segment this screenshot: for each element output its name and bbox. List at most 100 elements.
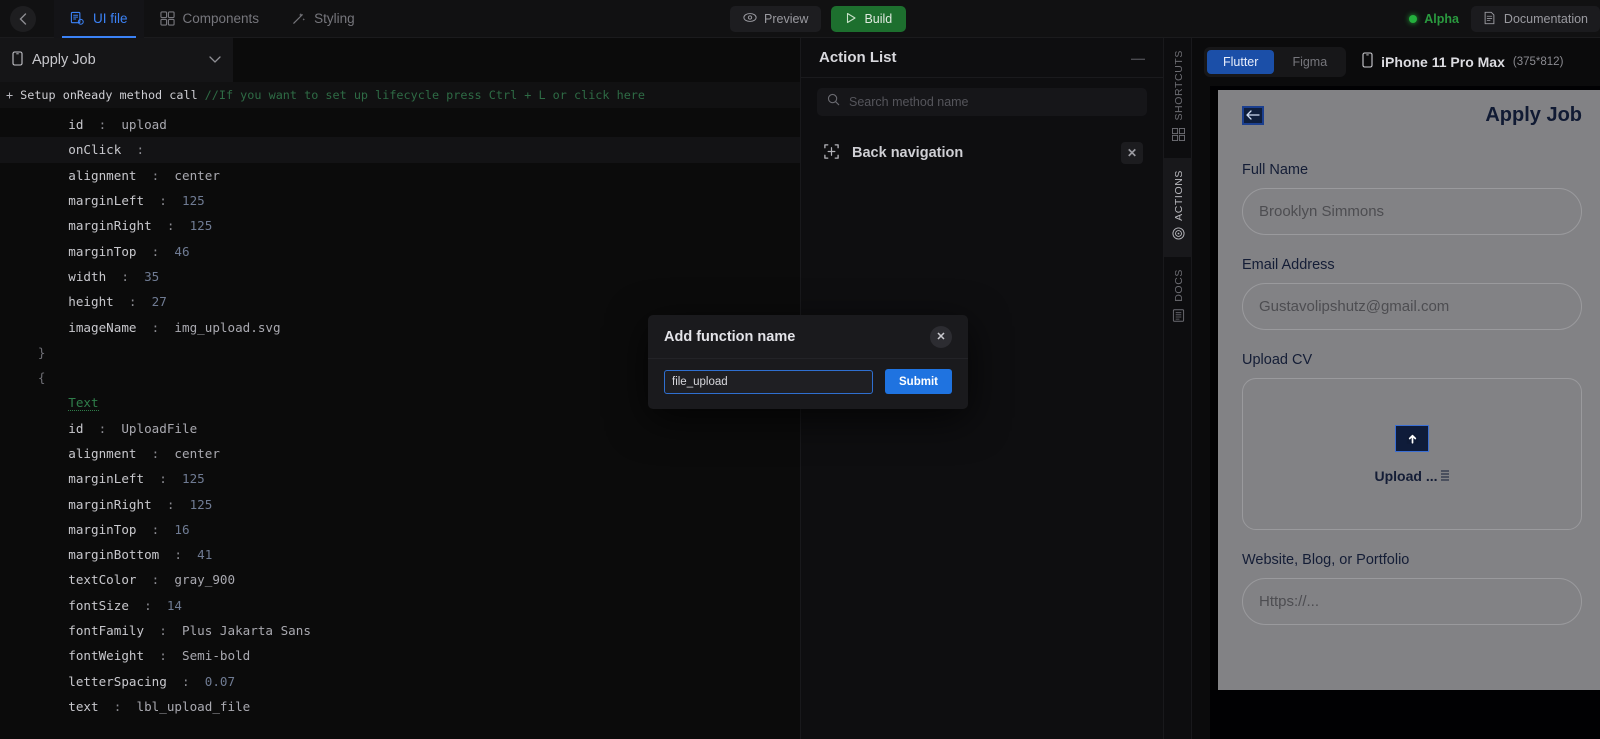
add-function-name-dialog: Add function name ✕ Submit [648,315,968,409]
tab-styling[interactable]: Styling [275,0,371,38]
upload-arrow-icon[interactable] [1395,424,1429,452]
rail-item-docs[interactable]: DOCS [1164,257,1193,339]
device-selector[interactable]: iPhone 11 Pro Max (375*812) [1362,51,1564,73]
onready-label: Setup onReady method call [20,88,198,102]
phone-top-bar: Apply Job [1242,90,1582,140]
doc-icon [1172,309,1185,327]
segment-flutter[interactable]: Flutter [1207,50,1275,74]
app-root: UI file Components Styling Preview Build… [0,0,1600,739]
code-line[interactable]: marginTop : 46 [0,238,800,263]
field-input-portfolio[interactable]: Https://... [1242,578,1582,625]
ui-file-icon [70,11,85,26]
framework-toggle: Flutter Figma [1204,47,1347,77]
code-line[interactable]: fontSize : 14 [0,593,800,618]
code-line[interactable]: textColor : gray_900 [0,567,800,592]
field-label-upload-cv: Upload CV [1242,352,1313,368]
device-name: iPhone 11 Pro Max [1381,54,1505,70]
doc-icon [1483,11,1496,28]
documentation-button[interactable]: Documentation [1470,6,1600,32]
action-list-title: Action List [819,49,897,66]
tab-components[interactable]: Components [144,0,276,38]
rail-item-shortcuts[interactable]: SHORTCUTS [1164,38,1193,158]
build-button[interactable]: Build [831,6,907,32]
file-selector-dropdown[interactable]: Apply Job [0,38,233,82]
eye-icon [743,12,757,26]
chevron-left-icon [19,12,27,25]
minimize-icon[interactable]: — [1131,50,1145,66]
code-line[interactable]: alignment : center [0,441,800,466]
center-actions: Preview Build [730,6,907,32]
tab-ui-file[interactable]: UI file [54,0,144,38]
segment-figma[interactable]: Figma [1276,50,1343,74]
code-line[interactable]: width : 35 [0,264,800,289]
dialog-title: Add function name [664,328,796,345]
field-input-full-name[interactable]: Brooklyn Simmons [1242,188,1582,235]
upload-text-label: Upload ... [1374,467,1438,484]
code-line[interactable]: id : upload [0,112,800,137]
code-line[interactable]: marginRight : 125 [0,491,800,516]
dialog-header: Add function name ✕ [648,315,968,359]
alpha-label: Alpha [1424,12,1459,26]
code-line[interactable]: letterSpacing : 0.07 [0,669,800,694]
code-line[interactable]: marginLeft : 125 [0,466,800,491]
tab-ui-file-label: UI file [93,11,128,26]
field-label-portfolio: Website, Blog, or Portfolio [1242,552,1410,568]
search-icon [827,93,840,111]
build-button-label: Build [864,12,893,26]
device-size: (375*812) [1512,56,1564,68]
preview-header: Flutter Figma iPhone 11 Pro Max (375*812… [1192,38,1600,86]
search-input[interactable] [849,95,1137,109]
search-field[interactable] [817,88,1147,116]
code-line[interactable]: marginLeft : 125 [0,188,800,213]
action-item-back-navigation[interactable]: Back navigation ✕ [815,136,1151,170]
field-input-email[interactable]: Gustavolipshutz@gmail.com [1242,283,1582,330]
right-actions: Alpha Documentation [1409,6,1600,32]
top-bar: UI file Components Styling Preview Build… [0,0,1600,38]
code-line[interactable]: marginTop : 16 [0,517,800,542]
code-line[interactable]: height : 27 [0,289,800,314]
magic-wand-icon [291,11,306,26]
grid-icon [1172,127,1185,146]
remove-action-button[interactable]: ✕ [1121,142,1143,164]
phone-icon [1362,51,1373,73]
code-line[interactable]: text : lbl_upload_file [0,694,800,719]
close-icon[interactable]: ✕ [930,325,952,348]
back-button[interactable] [10,5,36,32]
field-label-full-name: Full Name [1242,162,1309,178]
preview-pane: Flutter Figma iPhone 11 Pro Max (375*812… [1192,38,1600,739]
code-line[interactable]: marginBottom : 41 [0,542,800,567]
code-line[interactable]: alignment : center [0,163,800,188]
rail-docs-label: DOCS [1172,269,1185,303]
phone-screen: Apply Job Full Name Brooklyn Simmons Ema… [1218,90,1600,690]
target-icon [1172,227,1185,245]
field-label-email: Email Address [1242,257,1335,273]
tab-components-label: Components [182,11,260,26]
function-name-input[interactable] [664,369,874,394]
rail-shortcuts-label: SHORTCUTS [1172,50,1185,121]
submit-button[interactable]: Submit [885,369,952,394]
phone-icon [12,50,23,70]
preview-button[interactable]: Preview [730,6,822,32]
code-line[interactable]: fontFamily : Plus Jakarta Sans [0,618,800,643]
alpha-badge: Alpha [1409,12,1459,26]
upload-dropzone[interactable]: Upload ... [1242,378,1582,530]
code-editor[interactable]: id : upload onClick : alignment : center… [0,108,800,719]
code-line[interactable]: fontWeight : Semi-bold [0,643,800,668]
code-line[interactable]: onClick : [0,137,800,163]
onready-plus: + [6,88,14,102]
action-item-label: Back navigation [852,145,964,161]
code-line[interactable]: marginRight : 125 [0,213,800,238]
tab-styling-label: Styling [314,11,355,26]
back-arrow-icon[interactable] [1242,105,1264,125]
lines-icon [1440,468,1450,484]
onready-hint-bar[interactable]: + Setup onReady method call //If you wan… [0,82,800,108]
phone-frame: Apply Job Full Name Brooklyn Simmons Ema… [1210,86,1600,739]
chevron-down-icon [209,54,221,66]
rail-item-actions[interactable]: ACTIONS [1164,157,1193,258]
back-navigation-icon [823,143,840,164]
file-selector-label: Apply Job [32,52,96,68]
rail-actions-label: ACTIONS [1172,169,1185,221]
action-list-search-wrap [801,78,1163,122]
code-line[interactable]: id : UploadFile [0,416,800,441]
onready-comment: //If you want to set up lifecycle press … [204,88,646,102]
